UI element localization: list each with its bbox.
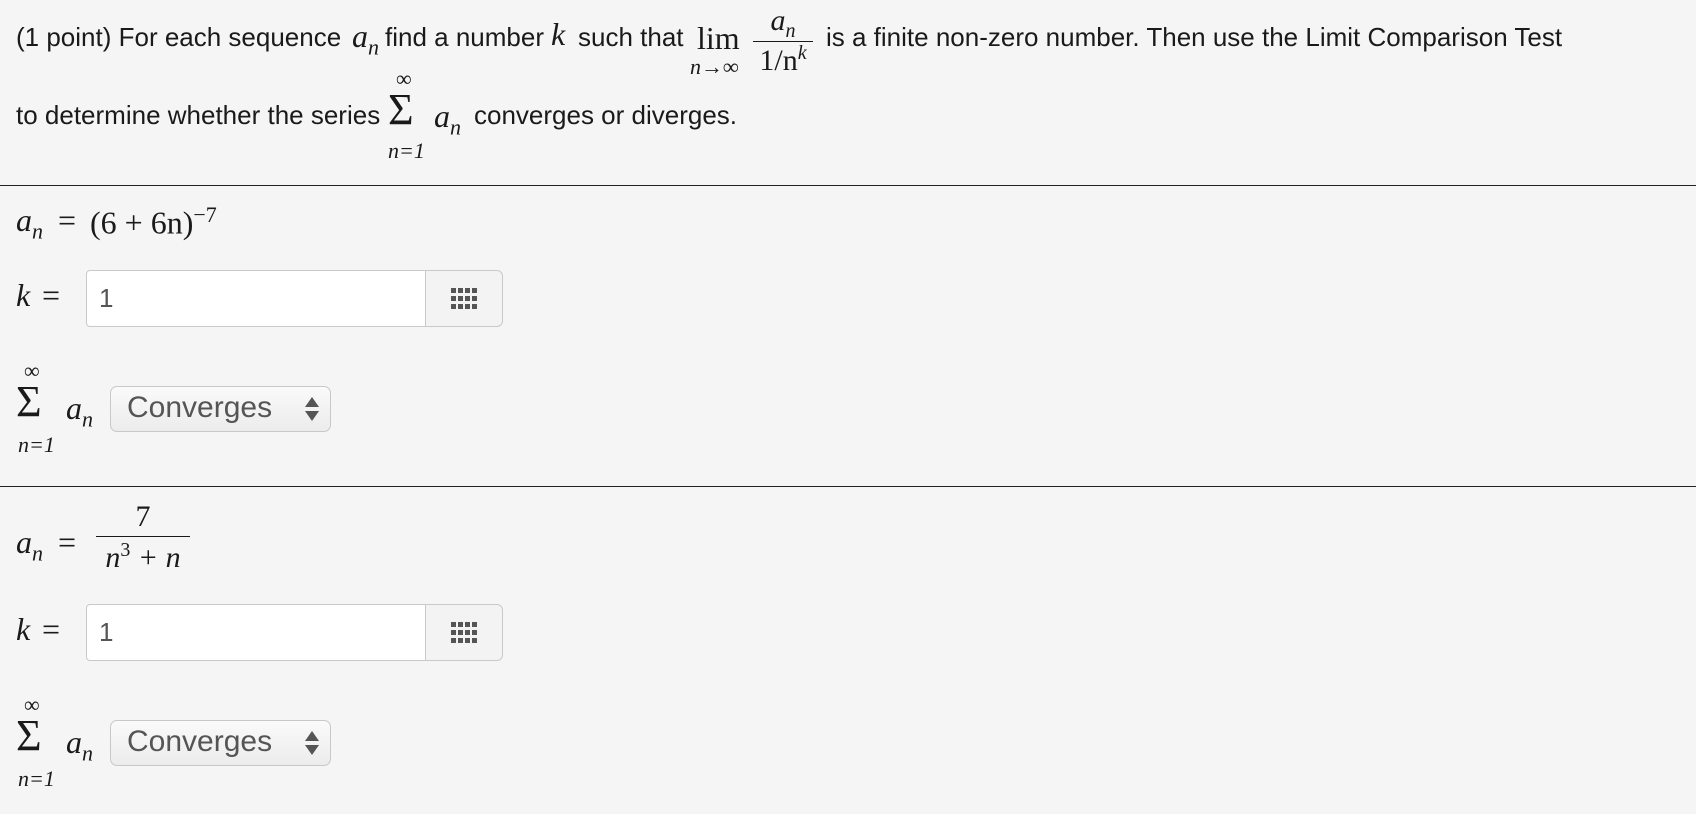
part1-k-label: k <box>16 277 31 313</box>
limit-fraction: an 1/nk <box>753 4 813 78</box>
part1-formula: (6 + 6n)−7 <box>90 202 217 241</box>
up-down-arrows-icon <box>305 731 319 755</box>
problem-intro: (1 point) For each sequence <box>16 22 342 52</box>
part1-an-label: an <box>16 202 43 244</box>
series-lower-limit: n=1 <box>388 138 425 163</box>
seq-symbol: an <box>352 18 379 60</box>
part1-equals: = <box>58 202 77 238</box>
k-symbol: k <box>551 16 566 52</box>
series-term: an <box>434 98 461 140</box>
part2-fraction-denominator: n3 + n <box>105 539 181 574</box>
part2-select-value: Converges <box>127 725 273 758</box>
part2-k-input[interactable]: 1 <box>86 604 426 661</box>
part1-k-input[interactable]: 1 <box>86 270 426 327</box>
part2-fraction-numerator: 7 <box>135 500 151 533</box>
part2-palette-button[interactable] <box>426 604 503 661</box>
series-intro-text: to determine whether the series <box>16 100 381 130</box>
part2-sum-lower: n=1 <box>18 766 55 791</box>
grid-icon <box>451 621 477 643</box>
fraction-denominator: 1/nk <box>759 42 807 77</box>
after-limit-text: is a finite non-zero number. Then use th… <box>826 22 1563 52</box>
part1-convergence-select[interactable]: Converges <box>110 386 331 432</box>
part2-convergence-select[interactable]: Converges <box>110 720 331 766</box>
part2-k-equals: = <box>42 611 61 647</box>
grid-icon <box>451 287 477 309</box>
series-end-text: converges or diverges. <box>474 100 738 130</box>
limit-word: lim <box>697 20 740 56</box>
part1-k-equals: = <box>42 277 61 313</box>
part1-palette-button[interactable] <box>426 270 503 327</box>
part1-sum-lower: n=1 <box>18 432 55 457</box>
series-sigma-icon: Σ <box>388 85 414 134</box>
part1-sigma-icon: Σ <box>16 377 42 426</box>
part1-sum-term: an <box>66 390 93 432</box>
such-that-text: such that <box>578 22 684 52</box>
part2-an-label: an <box>16 524 43 566</box>
part2-sigma-icon: Σ <box>16 711 42 760</box>
part2-fraction: 7 n3 + n <box>96 500 190 575</box>
part1-select-value: Converges <box>127 391 273 424</box>
part2-fraction-bar <box>96 536 190 537</box>
find-text: find a number <box>385 22 544 52</box>
fraction-numerator: an <box>770 4 796 42</box>
part2-k-label: k <box>16 611 31 647</box>
part2-equals: = <box>58 524 77 560</box>
up-down-arrows-icon <box>305 397 319 421</box>
divider-middle <box>0 486 1696 487</box>
divider-top <box>0 185 1696 186</box>
part2-sum-term: an <box>66 724 93 766</box>
limit-subscript: n→∞ <box>690 54 739 79</box>
